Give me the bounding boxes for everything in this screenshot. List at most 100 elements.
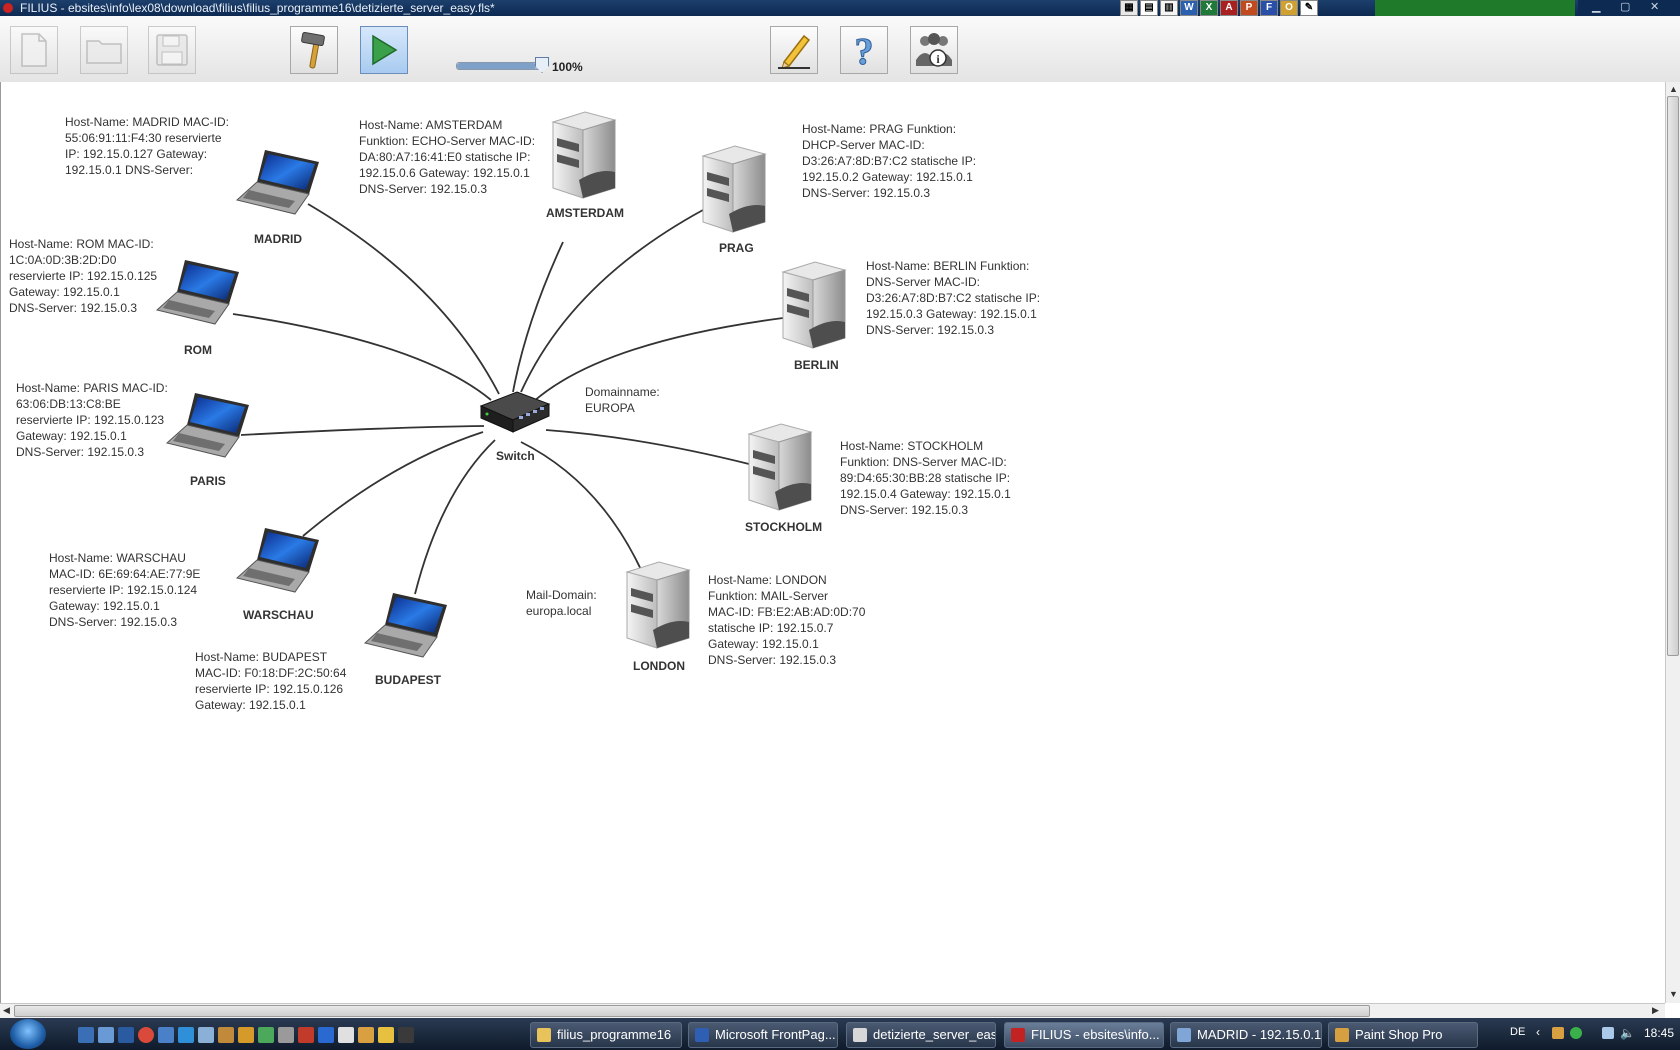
network-tray-icon[interactable] (1552, 1027, 1564, 1039)
design-mode-button[interactable] (290, 26, 338, 74)
berlin-node[interactable] (779, 258, 849, 355)
cable-stockholm[interactable] (545, 429, 750, 465)
edit-cables-button[interactable] (770, 26, 818, 74)
task-filius-programme16[interactable]: filius_programme16 (530, 1022, 682, 1048)
desktop-icon[interactable] (78, 1027, 94, 1043)
cable-madrid[interactable] (307, 203, 500, 395)
app-icon[interactable] (118, 1027, 134, 1043)
maximize-icon[interactable]: ▢ (1620, 0, 1630, 13)
save-file-button[interactable] (148, 26, 196, 74)
app-icon[interactable] (158, 1027, 174, 1043)
cable-budapest[interactable] (414, 439, 496, 595)
cable-paris[interactable] (240, 425, 485, 436)
switch-node[interactable] (477, 384, 551, 439)
new-file-button[interactable] (10, 26, 58, 74)
chrome-icon[interactable] (138, 1027, 154, 1043)
about-button[interactable]: i (910, 26, 958, 74)
close-icon[interactable]: ✕ (1650, 0, 1659, 13)
language-indicator[interactable]: DE (1510, 1026, 1525, 1038)
excel-icon[interactable]: X (1200, 0, 1218, 16)
app-icon[interactable] (218, 1027, 234, 1043)
task-detizierte-server[interactable]: detizierte_server_eas... (846, 1022, 996, 1048)
new-file-icon (21, 33, 47, 67)
info-line: DNS-Server: 192.15.0.3 (16, 445, 145, 459)
task-frontpage[interactable]: Microsoft FrontPag... (688, 1022, 838, 1048)
paint-icon[interactable] (238, 1027, 254, 1043)
horizontal-scrollbar[interactable]: ◀ ▶ (0, 1003, 1665, 1019)
rom-node[interactable] (155, 254, 241, 331)
word-icon[interactable]: W (1180, 0, 1198, 16)
desktop-icon[interactable]: ▦ (1120, 0, 1138, 16)
app-icon[interactable] (298, 1027, 314, 1043)
zoom-slider-fill (457, 63, 537, 69)
simulation-mode-button[interactable] (360, 26, 408, 74)
info-line: Gateway: 192.15.0.1 (708, 637, 819, 651)
warschau-node[interactable] (235, 522, 321, 599)
prag-node[interactable] (699, 142, 769, 239)
info-line: DNS-Server: 192.15.0.3 (49, 615, 178, 629)
tray-expand-icon[interactable]: ‹ (1536, 1025, 1540, 1039)
notes-icon[interactable]: ✎ (1300, 0, 1318, 16)
outlook-icon[interactable]: O (1280, 0, 1298, 16)
open-file-button[interactable] (80, 26, 128, 74)
warschau-label: WARSCHAU (243, 608, 314, 622)
app-icon[interactable] (338, 1027, 354, 1043)
amsterdam-label: AMSTERDAM (546, 206, 624, 220)
scroll-up-icon[interactable]: ▲ (1669, 84, 1678, 94)
scroll-down-icon[interactable]: ▼ (1669, 989, 1678, 999)
spreadsheet-icon[interactable]: ▥ (1160, 0, 1178, 16)
powerpoint-icon[interactable]: P (1240, 0, 1258, 16)
scroll-left-icon[interactable]: ◀ (3, 1005, 10, 1016)
task-filius[interactable]: FILIUS - ebsites\info... (1004, 1022, 1164, 1048)
cable-prag[interactable] (520, 209, 704, 393)
scroll-right-icon[interactable]: ▶ (1652, 1005, 1659, 1016)
app-icon[interactable] (258, 1027, 274, 1043)
app-icon[interactable] (278, 1027, 294, 1043)
stockholm-node[interactable] (745, 420, 815, 517)
vertical-scrollbar[interactable]: ▲ ▼ (1665, 82, 1680, 1003)
task-paint-shop-pro[interactable]: Paint Shop Pro (1328, 1022, 1478, 1048)
volume-tray-icon[interactable]: 🔈 (1620, 1026, 1635, 1040)
filius-app-icon[interactable] (3, 3, 13, 13)
cable-london[interactable] (520, 441, 644, 575)
app-icon[interactable] (398, 1027, 414, 1043)
london-node[interactable] (623, 558, 693, 655)
cable-warschau[interactable] (302, 431, 484, 537)
help-button[interactable]: ? (840, 26, 888, 74)
task-madrid[interactable]: MADRID - 192.15.0.1... (1170, 1022, 1322, 1048)
internet-explorer-icon[interactable] (178, 1027, 194, 1043)
app-icon[interactable] (378, 1027, 394, 1043)
app-icon[interactable] (358, 1027, 374, 1043)
open-folder-icon (86, 40, 122, 64)
cable-rom[interactable] (232, 313, 492, 401)
media-icon[interactable] (318, 1027, 334, 1043)
security-tray-icon[interactable] (1570, 1027, 1582, 1039)
info-line: 63:06:DB:13:C8:BE (16, 397, 121, 411)
display-tray-icon[interactable] (1602, 1027, 1614, 1039)
minimize-icon[interactable]: ▁ (1592, 0, 1600, 13)
berlin-label: BERLIN (794, 358, 839, 372)
zoom-slider[interactable] (456, 57, 549, 73)
access-icon[interactable]: A (1220, 0, 1238, 16)
info-line: Host-Name: ROM MAC-ID: (9, 237, 154, 251)
explorer-icon[interactable] (98, 1027, 114, 1043)
info-line: 55:06:91:11:F4:30 reservierte (65, 131, 222, 145)
start-button[interactable] (10, 1019, 46, 1049)
hammer-icon (301, 31, 325, 69)
system-tray: DE ‹ 🔈 18:45 (1476, 1018, 1680, 1050)
app-icon[interactable] (198, 1027, 214, 1043)
paris-node[interactable] (165, 387, 251, 464)
network-canvas[interactable]: Switch Domainname: EUROPA MADRID Host-Na… (0, 82, 1666, 1003)
amsterdam-node[interactable] (549, 108, 619, 205)
zoom-slider-thumb[interactable] (535, 57, 549, 73)
info-line: Host-Name: STOCKHOLM (840, 439, 984, 453)
vertical-scroll-thumb[interactable] (1667, 96, 1679, 656)
budapest-node[interactable] (363, 587, 449, 664)
pencil-icon (778, 34, 811, 69)
clock[interactable]: 18:45 (1644, 1026, 1674, 1040)
frontpage-icon[interactable]: F (1260, 0, 1278, 16)
madrid-node[interactable] (235, 144, 321, 221)
cable-amsterdam[interactable] (512, 241, 564, 393)
horizontal-scroll-thumb[interactable] (14, 1005, 1370, 1017)
document-icon[interactable]: ▤ (1140, 0, 1158, 16)
